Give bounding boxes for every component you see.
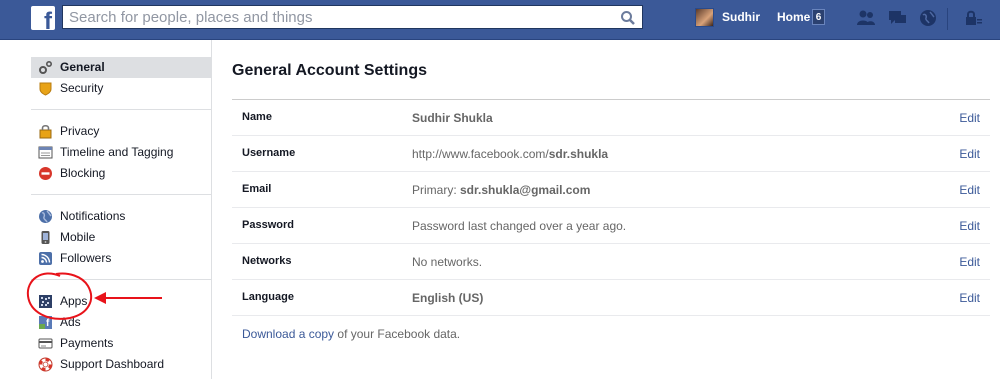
- sidebar-item-label: Payments: [60, 336, 114, 350]
- setting-label: Networks: [242, 255, 292, 267]
- setting-value-text: http://www.facebook.com/: [412, 147, 549, 161]
- sidebar-group-privacy: Privacy Timeline and Tagging Blocking: [31, 121, 211, 195]
- sidebar-item-label: Blocking: [60, 166, 106, 180]
- sidebar-item-label: Apps: [60, 294, 88, 308]
- setting-value-bold: sdr.shukla@gmail.com: [460, 183, 591, 197]
- setting-label: Email: [242, 183, 272, 195]
- profile-name-link[interactable]: Sudhir: [722, 10, 760, 24]
- lifebuoy-icon: [38, 357, 53, 372]
- edit-name-link[interactable]: Edit: [959, 111, 980, 125]
- setting-value: English (US): [412, 291, 483, 305]
- sidebar-item-label: Notifications: [60, 209, 126, 223]
- sidebar-item-support-dashboard[interactable]: Support Dashboard: [31, 354, 211, 375]
- sidebar-item-general[interactable]: General: [31, 57, 211, 78]
- setting-value-text: Primary:: [412, 183, 460, 197]
- settings-sidebar: General Security Privacy Timeline and Ta…: [31, 57, 211, 379]
- edit-language-link[interactable]: Edit: [959, 291, 980, 305]
- topbar-divider: [947, 8, 948, 30]
- sidebar-group-account: General Security: [31, 57, 211, 110]
- setting-label: Username: [242, 147, 296, 159]
- setting-value: No networks.: [412, 255, 482, 269]
- setting-label: Language: [242, 291, 294, 303]
- search-icon[interactable]: [620, 10, 636, 26]
- avatar[interactable]: [695, 8, 714, 27]
- sidebar-item-privacy[interactable]: Privacy: [31, 121, 211, 142]
- page-title: General Account Settings: [232, 62, 427, 79]
- settings-table: Name Sudhir Shukla Edit Username http://…: [232, 99, 990, 316]
- sidebar-group-apps: Apps f Ads Payments Support Dashboard: [31, 291, 211, 379]
- rss-icon: [39, 252, 52, 265]
- search-box[interactable]: [62, 5, 643, 29]
- credit-card-icon: [38, 338, 53, 349]
- sidebar-item-security[interactable]: Security: [31, 78, 211, 99]
- download-copy-link[interactable]: Download a copy: [242, 327, 334, 341]
- settings-row-password[interactable]: Password Password last changed over a ye…: [232, 208, 990, 244]
- sidebar-item-ads[interactable]: f Ads: [31, 312, 211, 333]
- sidebar-item-followers[interactable]: Followers: [31, 248, 211, 269]
- ads-icon: f: [39, 316, 52, 329]
- settings-row-email[interactable]: Email Primary: sdr.shukla@gmail.com Edit: [232, 172, 990, 208]
- home-count-badge: 6: [812, 9, 825, 25]
- setting-value: Primary: sdr.shukla@gmail.com: [412, 183, 590, 197]
- sidebar-item-label: Security: [60, 81, 104, 95]
- setting-label: Name: [242, 111, 272, 123]
- edit-password-link[interactable]: Edit: [959, 219, 980, 233]
- setting-value-bold: sdr.shukla: [548, 147, 609, 161]
- gears-icon: [39, 60, 53, 74]
- settings-row-language[interactable]: Language English (US) Edit: [232, 280, 990, 316]
- sidebar-item-blocking[interactable]: Blocking: [31, 163, 211, 184]
- block-icon: [39, 167, 52, 180]
- settings-row-networks[interactable]: Networks No networks. Edit: [232, 244, 990, 280]
- facebook-logo[interactable]: f: [31, 6, 55, 30]
- mobile-icon: [41, 231, 50, 244]
- sidebar-item-apps[interactable]: Apps: [31, 291, 211, 312]
- search-input[interactable]: [63, 6, 603, 28]
- notifications-icon[interactable]: [917, 8, 939, 28]
- setting-value: http://www.facebook.com/sdr.shukla: [412, 147, 608, 161]
- sidebar-item-label: Followers: [60, 251, 112, 265]
- sidebar-item-mobile[interactable]: Mobile: [31, 227, 211, 248]
- sidebar-item-timeline-and-tagging[interactable]: Timeline and Tagging: [31, 142, 211, 163]
- sidebar-divider: [211, 40, 212, 379]
- apps-icon: [39, 295, 52, 308]
- sidebar-item-label: Support Dashboard: [60, 357, 165, 371]
- privacy-shortcuts-icon[interactable]: [962, 8, 984, 28]
- setting-value-text: No networks.: [412, 255, 483, 269]
- sidebar-item-payments[interactable]: Payments: [31, 333, 211, 354]
- sidebar-item-label: Ads: [60, 315, 81, 329]
- setting-value-text: Password last changed over a year ago.: [412, 219, 627, 233]
- friend-requests-icon[interactable]: [855, 8, 877, 28]
- timeline-icon: [38, 146, 53, 159]
- download-data-line: Download a copy of your Facebook data.: [242, 327, 460, 341]
- sidebar-item-label: Privacy: [60, 124, 100, 138]
- messages-icon[interactable]: [886, 8, 908, 28]
- setting-value-bold: English (US): [412, 291, 484, 305]
- edit-username-link[interactable]: Edit: [959, 147, 980, 161]
- top-bar: f Sudhir Home 6: [0, 0, 1000, 40]
- facebook-logo-letter: f: [44, 8, 52, 31]
- setting-label: Password: [242, 219, 294, 231]
- setting-value: Password last changed over a year ago.: [412, 219, 626, 233]
- download-suffix-text: of your Facebook data.: [334, 327, 461, 341]
- sidebar-group-notifications: Notifications Mobile Followers: [31, 206, 211, 280]
- setting-value: Sudhir Shukla: [412, 111, 493, 125]
- sidebar-item-label: Timeline and Tagging: [60, 145, 174, 159]
- badge-icon: [39, 82, 52, 96]
- globe-icon: [39, 210, 52, 223]
- edit-networks-link[interactable]: Edit: [959, 255, 980, 269]
- settings-row-name[interactable]: Name Sudhir Shukla Edit: [232, 100, 990, 136]
- edit-email-link[interactable]: Edit: [959, 183, 980, 197]
- sidebar-item-notifications[interactable]: Notifications: [31, 206, 211, 227]
- home-link[interactable]: Home: [777, 10, 810, 24]
- sidebar-item-label: Mobile: [60, 230, 96, 244]
- sidebar-item-label: General: [60, 60, 105, 74]
- lock-icon: [39, 124, 52, 139]
- settings-row-username[interactable]: Username http://www.facebook.com/sdr.shu…: [232, 136, 990, 172]
- setting-value-bold: Sudhir Shukla: [412, 111, 493, 125]
